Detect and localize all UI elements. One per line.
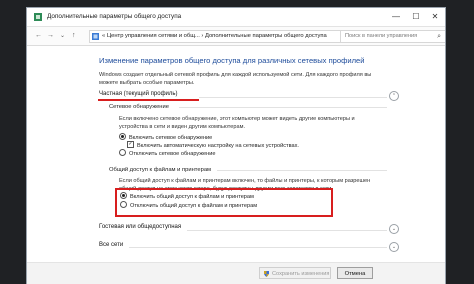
save-changes-label: Сохранить изменения: [272, 271, 330, 277]
guest-profile-header[interactable]: Гостевая или общедоступная: [99, 224, 181, 230]
maximize-button[interactable]: ☐: [407, 10, 425, 23]
uac-shield-icon: [264, 271, 269, 277]
enable-discovery-radio[interactable]: Включить сетевое обнаружение: [119, 133, 213, 141]
recent-dropdown-icon[interactable]: ⌄: [60, 31, 65, 41]
disable-file-sharing-label: Отключить общий доступ к файлам и принте…: [130, 202, 258, 209]
radio-empty-icon: [120, 201, 127, 208]
disable-discovery-radio[interactable]: Отключить сетевое обнаружение: [119, 149, 216, 157]
enable-discovery-label: Включить сетевое обнаружение: [129, 134, 213, 141]
file-sharing-title: Общий доступ к файлам и принтерам: [109, 167, 212, 173]
back-button[interactable]: ←: [35, 31, 42, 41]
settings-window: Дополнительные параметры общего доступа …: [27, 8, 445, 284]
collapse-chevron-icon[interactable]: ⌃: [389, 91, 399, 101]
control-panel-icon: [92, 33, 99, 40]
network-settings-icon: [34, 13, 42, 21]
address-text: « Центр управления сетями и общ... › Доп…: [102, 33, 327, 39]
network-discovery-text: Если включено сетевое обнаружение, этот …: [119, 116, 355, 130]
subsection-divider: [217, 170, 387, 171]
private-profile-header[interactable]: Частная (текущий профиль): [99, 91, 178, 97]
minimize-button[interactable]: —: [387, 10, 405, 23]
all-networks-header[interactable]: Все сети: [99, 242, 123, 248]
enable-file-sharing-label: Включить общий доступ к файлам и принтер…: [130, 193, 254, 200]
subsection-divider: [179, 107, 387, 108]
expand-chevron-icon[interactable]: ⌄: [389, 242, 399, 252]
checkbox-checked-icon: ✓: [127, 141, 134, 148]
cancel-button[interactable]: Отмена: [337, 267, 373, 279]
page-title: Изменение параметров общего доступа для …: [99, 56, 365, 65]
enable-file-sharing-radio[interactable]: Включить общий доступ к файлам и принтер…: [120, 192, 254, 200]
section-divider: [187, 230, 387, 231]
navigation-bar: ← → ⌄ ↑ « Центр управления сетями и общ.…: [27, 27, 445, 46]
highlight-underline: [98, 99, 199, 101]
section-divider: [199, 97, 387, 98]
expand-chevron-icon[interactable]: ⌄: [389, 224, 399, 234]
section-divider: [129, 247, 387, 248]
page-description: Windows создает отдельный сетевой профил…: [99, 72, 372, 86]
save-changes-button[interactable]: Сохранить изменения: [259, 267, 331, 279]
up-button[interactable]: ↑: [72, 31, 76, 41]
close-button[interactable]: ✕: [426, 10, 444, 23]
address-bar[interactable]: « Центр управления сетями и общ... › Доп…: [89, 30, 349, 43]
auto-setup-checkbox[interactable]: ✓ Включить автоматическую настройку на се…: [127, 141, 299, 149]
auto-setup-label: Включить автоматическую настройку на сет…: [137, 142, 299, 149]
radio-selected-icon: [120, 192, 127, 199]
search-placeholder: Поиск в панели управления: [345, 33, 418, 39]
disable-discovery-label: Отключить сетевое обнаружение: [129, 150, 216, 157]
forward-button[interactable]: →: [47, 31, 54, 41]
search-icon[interactable]: ⌕: [437, 31, 441, 42]
disable-file-sharing-radio[interactable]: Отключить общий доступ к файлам и принте…: [120, 201, 258, 209]
footer-bar: Сохранить изменения Отмена: [27, 262, 445, 284]
network-discovery-title: Сетевое обнаружение: [109, 104, 169, 110]
window-title: Дополнительные параметры общего доступа: [47, 13, 182, 20]
radio-empty-icon: [119, 149, 126, 156]
search-input[interactable]: Поиск в панели управления ⌕: [340, 30, 445, 43]
radio-selected-icon: [119, 133, 126, 140]
title-bar: Дополнительные параметры общего доступа …: [27, 8, 445, 27]
